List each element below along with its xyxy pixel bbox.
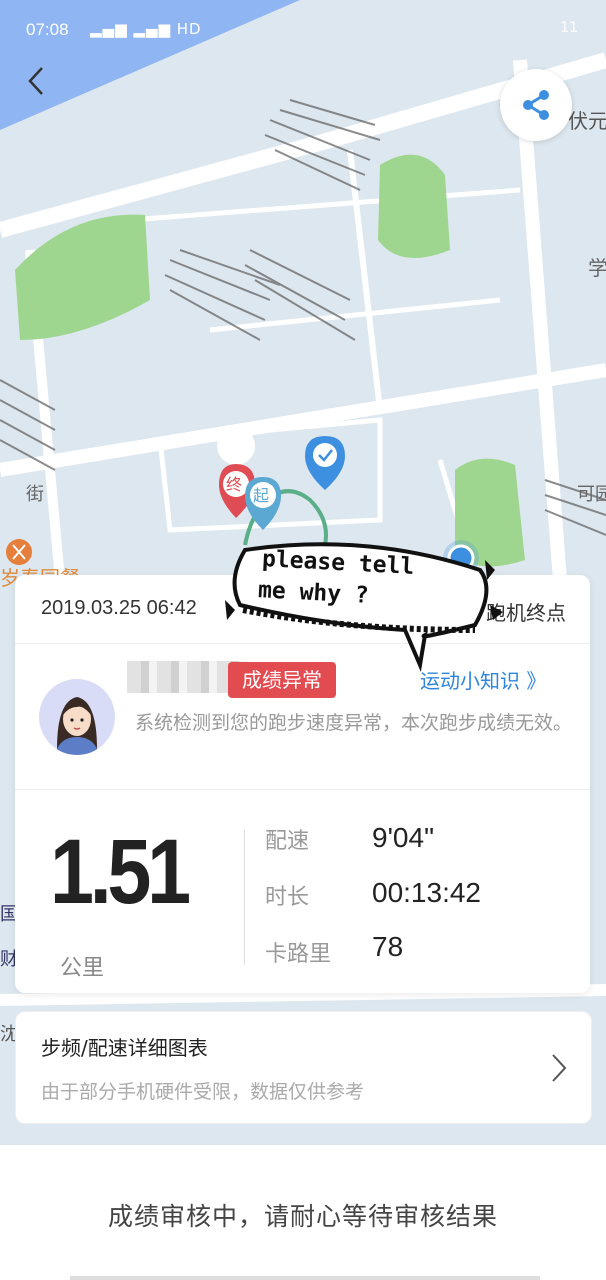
distance-unit: 公里 (60, 956, 105, 981)
battery-level: 11 (560, 20, 578, 36)
map-label-xue: 学 (588, 256, 606, 280)
signal-icon: ▂▄▆ ▂▄▆ HD (90, 20, 202, 38)
share-button[interactable] (500, 69, 572, 141)
status-bar: 07:08 ▂▄▆ ▂▄▆ HD 11 (0, 0, 606, 62)
duration-value: 00:13:42 (372, 877, 481, 908)
footer: 成绩审核中，请耐心等待审核结果 (0, 1145, 606, 1280)
distance-value: 1.51 (50, 821, 191, 923)
chart-entry-title: 步频/配速详细图表 (41, 1036, 208, 1060)
end-marker-label: 终 (226, 475, 242, 494)
review-status-text: 成绩审核中，请耐心等待审核结果 (107, 1202, 498, 1231)
duration-label: 时长 (265, 885, 310, 910)
map-label-jie: 街 (26, 484, 44, 505)
divider (70, 1276, 540, 1280)
avatar (39, 679, 115, 755)
map-label-keyuan: 可园 (577, 484, 606, 505)
start-marker-label: 起 (253, 486, 269, 505)
calories-label: 卡路里 (265, 942, 332, 967)
run-datetime: 2019.03.25 06:42 (41, 597, 197, 619)
check-marker-icon[interactable] (305, 436, 345, 490)
share-icon (523, 90, 549, 120)
chart-detail-entry[interactable]: 步频/配速详细图表 由于部分手机硬件受限，数据仅供参考 (15, 1011, 592, 1124)
status-time: 07:08 (26, 20, 69, 39)
divider (244, 830, 245, 965)
map-label-top-right: 伏元 (568, 109, 606, 133)
sticker-speech-bubble: please tell me why ? (225, 530, 515, 690)
battery-icon: 11 (560, 20, 578, 36)
pace-value: 9'04" (372, 822, 435, 853)
calories-value: 78 (372, 931, 404, 962)
anomaly-message: 系统检测到您的跑步速度异常，本次跑步成绩无效。 (135, 712, 573, 734)
pace-label: 配速 (265, 829, 310, 854)
back-arrow-icon[interactable] (20, 64, 54, 98)
chart-entry-subtitle: 由于部分手机硬件受限，数据仅供参考 (41, 1081, 365, 1103)
chevron-right-icon (552, 1054, 567, 1082)
divider (15, 789, 590, 790)
